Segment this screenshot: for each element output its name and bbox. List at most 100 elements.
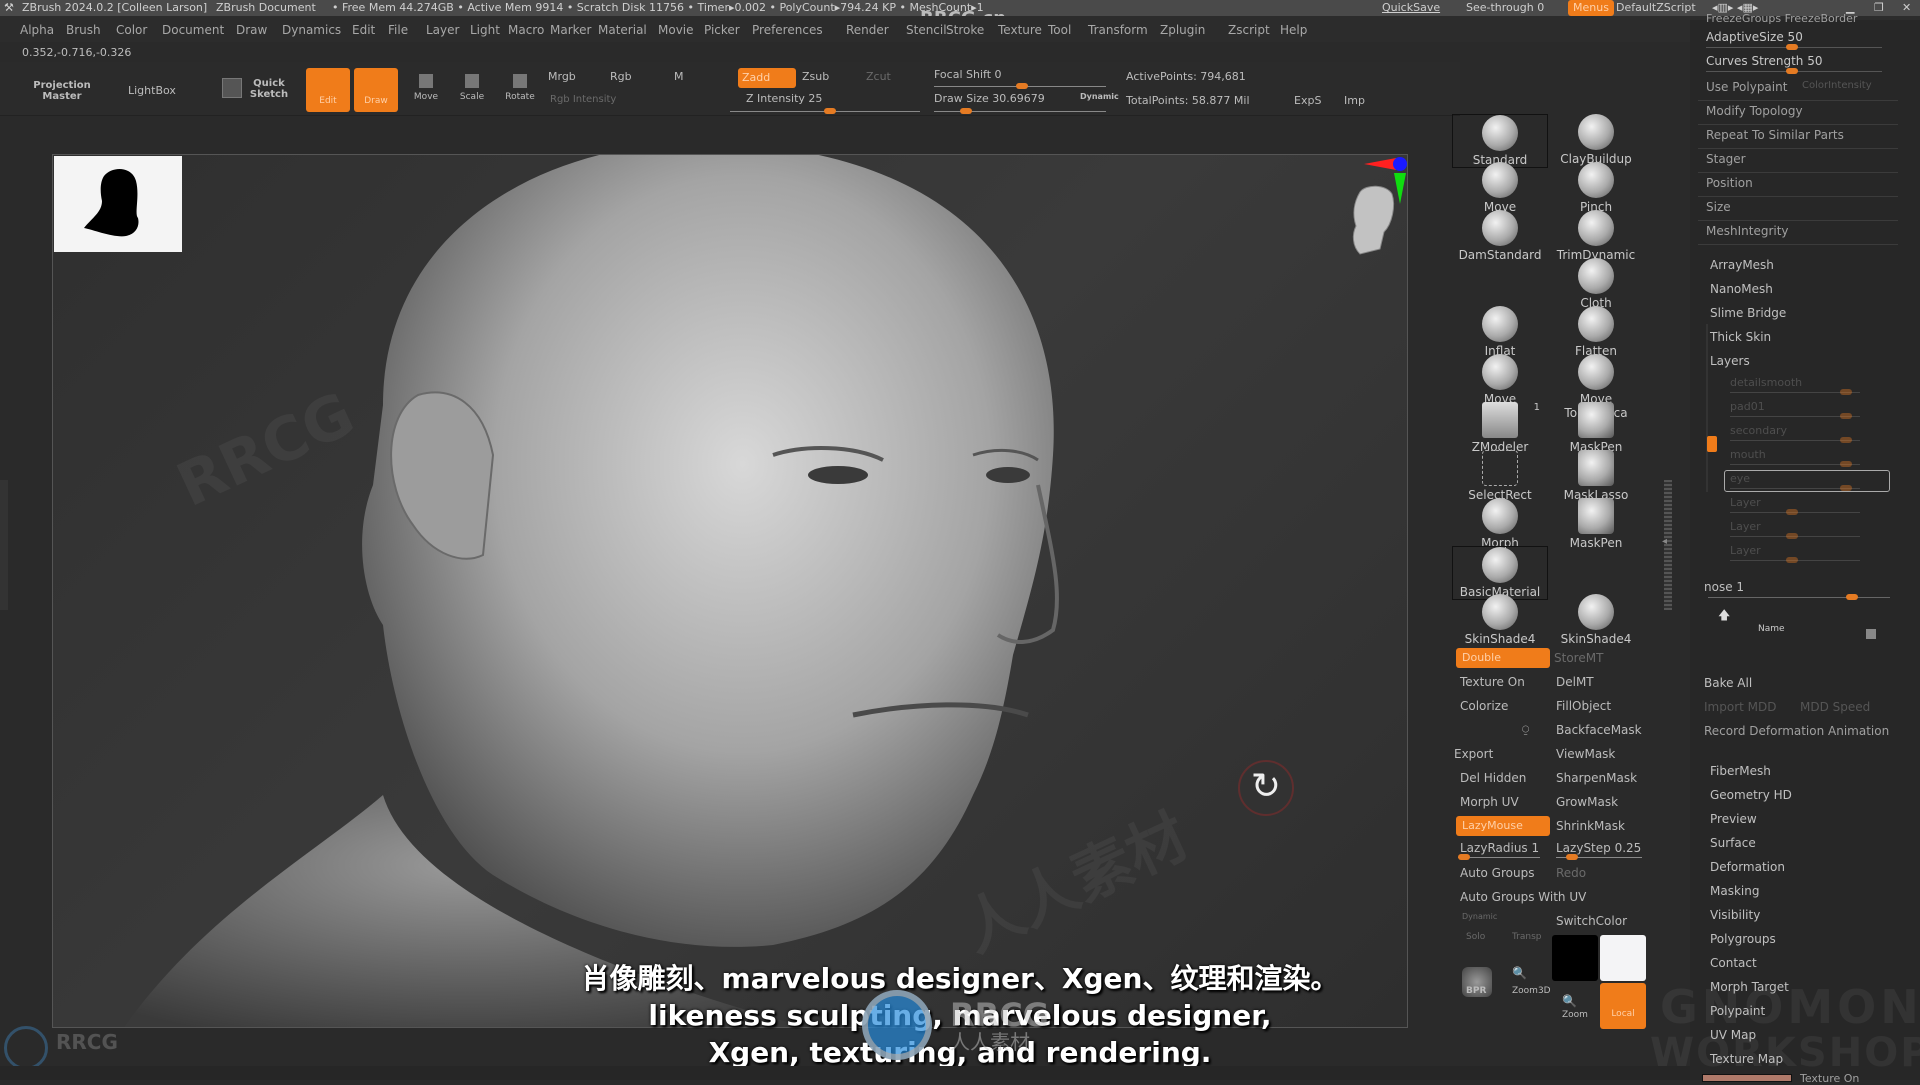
subpalette-geometry-hd[interactable]: Geometry HD bbox=[1710, 788, 1792, 802]
subpalette-surface[interactable]: Surface bbox=[1710, 836, 1756, 850]
import-mdd-button[interactable]: Import MDD bbox=[1704, 700, 1776, 714]
menu-tool[interactable]: Tool bbox=[1048, 23, 1071, 37]
menu-file[interactable]: File bbox=[388, 23, 408, 37]
auto-groups-button[interactable]: Auto Groups bbox=[1460, 866, 1534, 880]
storemt-button[interactable]: StoreMT bbox=[1554, 651, 1603, 665]
layer-item[interactable]: Layer bbox=[1730, 520, 1761, 533]
brush-damstandard[interactable]: DamStandard bbox=[1452, 210, 1548, 262]
restore-icon[interactable]: ❐ bbox=[1874, 1, 1884, 14]
layer-strength-knob[interactable] bbox=[1840, 485, 1852, 491]
z-intensity-slider[interactable]: Z Intensity 25 bbox=[746, 92, 822, 105]
layer-strength-knob[interactable] bbox=[1840, 437, 1852, 443]
menu-stroke[interactable]: Stroke bbox=[946, 23, 984, 37]
canvas-viewport[interactable]: RRCG RRCG 人人素材 bbox=[52, 154, 1408, 1028]
menus-button[interactable]: Menus bbox=[1568, 0, 1614, 16]
brush-selectrect[interactable]: SelectRect bbox=[1452, 450, 1548, 502]
layer-item[interactable]: eye bbox=[1730, 472, 1750, 485]
rgb-intensity-slider[interactable]: Rgb Intensity bbox=[550, 94, 616, 105]
row-size[interactable]: Size bbox=[1706, 200, 1731, 214]
nose-layer-knob[interactable] bbox=[1846, 594, 1858, 600]
brush-maskpen[interactable]: MaskPen bbox=[1548, 402, 1644, 454]
adaptive-size-knob[interactable] bbox=[1786, 44, 1798, 50]
menu-brush[interactable]: Brush bbox=[66, 23, 101, 37]
mrgb-button[interactable]: Mrgb bbox=[548, 70, 576, 83]
quick-sketch-button[interactable]: Quick Sketch bbox=[246, 78, 292, 100]
brush-skinshade4[interactable]: SkinShade4 bbox=[1452, 594, 1548, 646]
curves-strength-slider[interactable]: Curves Strength 50 bbox=[1706, 54, 1822, 68]
layer-strength-knob[interactable] bbox=[1840, 413, 1852, 419]
switchcolor-button[interactable]: SwitchColor bbox=[1556, 914, 1627, 928]
lazyradius-track[interactable] bbox=[1458, 857, 1540, 858]
layer-item[interactable]: mouth bbox=[1730, 448, 1766, 461]
projection-master-button[interactable]: Projection Master bbox=[30, 80, 94, 102]
edit-button[interactable]: Edit bbox=[306, 68, 350, 112]
brush-zmodeler[interactable]: ZModeler 1 bbox=[1452, 402, 1548, 454]
row-stager[interactable]: Stager bbox=[1706, 152, 1746, 166]
dynamic-button[interactable]: Dynamic bbox=[1080, 92, 1119, 101]
del-hidden-button[interactable]: Del Hidden bbox=[1460, 771, 1526, 785]
brush-cloth[interactable]: Cloth bbox=[1548, 258, 1644, 310]
lightbox-button[interactable]: LightBox bbox=[128, 84, 176, 97]
layer-item[interactable]: Layer bbox=[1730, 496, 1761, 509]
menu-texture[interactable]: Texture bbox=[998, 23, 1042, 37]
menu-preferences[interactable]: Preferences bbox=[752, 23, 823, 37]
brush-standard[interactable]: Standard bbox=[1452, 114, 1548, 168]
menu-render[interactable]: Render bbox=[846, 23, 889, 37]
colorize-button[interactable]: Colorize bbox=[1460, 699, 1508, 713]
viewmask-button[interactable]: ViewMask bbox=[1556, 747, 1615, 761]
subpalette-thick-skin[interactable]: Thick Skin bbox=[1710, 330, 1771, 344]
move-button[interactable]: Move bbox=[408, 74, 444, 102]
menu-material[interactable]: Material bbox=[598, 23, 647, 37]
menu-document[interactable]: Document bbox=[162, 23, 224, 37]
nose-layer-slider[interactable]: nose 1 bbox=[1704, 580, 1744, 594]
zadd-button[interactable]: Zadd bbox=[738, 68, 796, 88]
close-icon[interactable]: ✕ bbox=[1902, 1, 1911, 14]
double-button[interactable]: Double bbox=[1456, 648, 1550, 668]
layer-strength-knob[interactable] bbox=[1786, 533, 1798, 539]
menu-alpha[interactable]: Alpha bbox=[20, 23, 54, 37]
quicksave-button[interactable]: QuickSave bbox=[1382, 1, 1440, 14]
rotate-view-icon[interactable]: ↻ bbox=[1238, 760, 1294, 816]
draw-size-knob[interactable] bbox=[960, 108, 972, 114]
collapse-arrow-icon[interactable]: ◂ bbox=[1662, 536, 1667, 547]
scale-button[interactable]: Scale bbox=[454, 74, 490, 102]
draw-size-slider[interactable]: Draw Size 30.69679 bbox=[934, 92, 1045, 105]
layer-item[interactable]: pad01 bbox=[1730, 400, 1765, 413]
growmask-button[interactable]: GrowMask bbox=[1556, 795, 1618, 809]
brush-claybuildup[interactable]: ClayBuildup bbox=[1548, 114, 1644, 166]
navigation-thumbnail[interactable] bbox=[54, 156, 182, 252]
subpalette-visibility[interactable]: Visibility bbox=[1710, 908, 1760, 922]
quick-sketch-icon[interactable] bbox=[222, 78, 242, 98]
navigation-gyro[interactable] bbox=[1300, 154, 1410, 284]
zsub-button[interactable]: Zsub bbox=[802, 70, 829, 83]
default-zscript-button[interactable]: DefaultZScript bbox=[1616, 1, 1696, 14]
subpalette-preview[interactable]: Preview bbox=[1710, 812, 1757, 826]
brush-flatten[interactable]: Flatten bbox=[1548, 306, 1644, 358]
brush-basicmaterial[interactable]: BasicMaterial bbox=[1452, 546, 1548, 600]
menu-macro[interactable]: Macro bbox=[508, 23, 544, 37]
lazystep-knob[interactable] bbox=[1566, 854, 1578, 860]
backfacemask-button[interactable]: BackfaceMask bbox=[1556, 723, 1642, 737]
mdd-speed-slider[interactable]: MDD Speed bbox=[1800, 700, 1870, 714]
menu-dynamics[interactable]: Dynamics bbox=[282, 23, 341, 37]
layer-name-button[interactable]: Name bbox=[1758, 624, 1785, 634]
row-repeat-to-similar-parts[interactable]: Repeat To Similar Parts bbox=[1706, 128, 1844, 142]
texture-on-button[interactable]: Texture On bbox=[1460, 675, 1525, 689]
menu-stencil[interactable]: Stencil bbox=[906, 23, 947, 37]
export-button[interactable]: Export bbox=[1454, 747, 1493, 761]
menu-edit[interactable]: Edit bbox=[352, 23, 375, 37]
menu-color[interactable]: Color bbox=[116, 23, 147, 37]
subpalette-deformation[interactable]: Deformation bbox=[1710, 860, 1785, 874]
adaptive-size-slider[interactable]: AdaptiveSize 50 bbox=[1706, 30, 1803, 44]
polyframe-icon[interactable]: ⍜ bbox=[1522, 722, 1529, 737]
rgb-button[interactable]: Rgb bbox=[610, 70, 632, 83]
sharpenmask-button[interactable]: SharpenMask bbox=[1556, 771, 1637, 785]
menu-help[interactable]: Help bbox=[1280, 23, 1307, 37]
focal-shift-knob[interactable] bbox=[1016, 83, 1028, 89]
redo-button[interactable]: Redo bbox=[1556, 866, 1586, 880]
menu-draw[interactable]: Draw bbox=[236, 23, 267, 37]
layer-item[interactable]: secondary bbox=[1730, 424, 1787, 437]
shrinkmask-button[interactable]: ShrinkMask bbox=[1556, 819, 1625, 833]
menu-picker[interactable]: Picker bbox=[704, 23, 740, 37]
brush-masklasso[interactable]: MaskLasso bbox=[1548, 450, 1644, 502]
